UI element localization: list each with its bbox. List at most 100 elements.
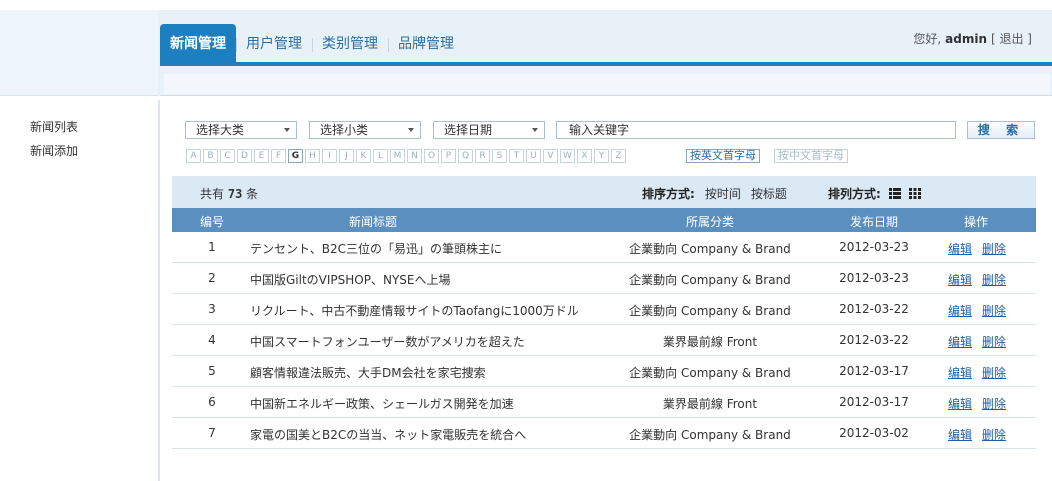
edit-link[interactable]: 编辑 bbox=[948, 333, 972, 350]
delete-link[interactable]: 删除 bbox=[982, 240, 1006, 257]
sort-by-chinese-initial-button[interactable]: 按中文首字母 bbox=[774, 149, 848, 163]
delete-link[interactable]: 删除 bbox=[982, 271, 1006, 288]
table-row: 5 顧客情報違法販売、大手DM会社を家宅捜索 企業動向 Company & Bran… bbox=[172, 356, 1036, 387]
edit-link[interactable]: 编辑 bbox=[948, 302, 972, 319]
edit-link[interactable]: 编辑 bbox=[948, 364, 972, 381]
chevron-down-icon bbox=[284, 128, 290, 132]
sort-by-english-initial-button[interactable]: 按英文首字母 bbox=[686, 149, 760, 163]
letter-filter-w[interactable]: W bbox=[560, 149, 575, 163]
row-title: 中国新エネルギー政策、シェールガス開発を加速 bbox=[250, 397, 514, 411]
letter-filter-z[interactable]: Z bbox=[611, 149, 626, 163]
sort-label: 排序方式: bbox=[642, 187, 695, 201]
logout-link[interactable]: [ 退出 ] bbox=[991, 30, 1032, 47]
letter-filter-o[interactable]: O bbox=[424, 149, 439, 163]
delete-link[interactable]: 删除 bbox=[982, 302, 1006, 319]
tab-brand-management[interactable]: 品牌管理 bbox=[388, 24, 464, 62]
row-date: 2012-03-17 bbox=[839, 395, 909, 409]
search-button[interactable]: 搜 索 bbox=[967, 121, 1035, 139]
letter-filter-c[interactable]: C bbox=[220, 149, 235, 163]
sort-by-time[interactable]: 按时间 bbox=[705, 185, 741, 202]
tab-user-management[interactable]: 用户管理 bbox=[236, 24, 312, 62]
row-number: 3 bbox=[208, 302, 216, 316]
row-title: テンセント、B2C三位の「易迅」の筆頭株主に bbox=[250, 242, 503, 256]
table-header: 编号 新闻标题 所属分类 发布日期 操作 bbox=[172, 208, 1036, 232]
row-title: 家電の国美とB2Cの当当、ネット家電販売を統合へ bbox=[250, 428, 527, 442]
grid-view-icon[interactable] bbox=[908, 188, 921, 199]
row-title: リクルート、中古不動産情報サイトのTaofangに1000万ドル bbox=[250, 304, 579, 318]
greeting-text: 您好, bbox=[913, 32, 942, 46]
main-category-select[interactable]: 选择大类 bbox=[185, 121, 297, 139]
delete-link[interactable]: 删除 bbox=[982, 364, 1006, 381]
letter-filter-i[interactable]: I bbox=[322, 149, 337, 163]
letter-filter-n[interactable]: N bbox=[407, 149, 422, 163]
row-number: 1 bbox=[208, 240, 216, 254]
letter-filter-v[interactable]: V bbox=[543, 149, 558, 163]
edit-link[interactable]: 编辑 bbox=[948, 395, 972, 412]
layout-label: 排列方式: bbox=[828, 187, 881, 201]
edit-link[interactable]: 编辑 bbox=[948, 271, 972, 288]
letter-filter-r[interactable]: R bbox=[475, 149, 490, 163]
row-category: 企業動向 Company & Brand bbox=[629, 366, 791, 380]
row-number: 7 bbox=[208, 426, 216, 440]
sort-by-title[interactable]: 按标题 bbox=[751, 185, 787, 202]
row-actions: 编辑 删除 bbox=[948, 395, 1006, 412]
letter-filter-p[interactable]: P bbox=[441, 149, 456, 163]
edit-link[interactable]: 编辑 bbox=[948, 426, 972, 443]
row-number: 2 bbox=[208, 271, 216, 285]
table-row: 2 中国版GiltのVIPSHOP、NYSEへ上場 企業動向 Company & B… bbox=[172, 263, 1036, 294]
letter-filter-k[interactable]: K bbox=[356, 149, 371, 163]
row-category: 企業動向 Company & Brand bbox=[629, 428, 791, 442]
row-category: 企業動向 Company & Brand bbox=[629, 304, 791, 318]
letter-filter-y[interactable]: Y bbox=[594, 149, 609, 163]
sidebar: 新闻列表 新闻添加 bbox=[0, 100, 160, 481]
sort-options: 排序方式: 按时间 按标题 bbox=[642, 185, 787, 202]
row-actions: 编辑 删除 bbox=[948, 240, 1006, 257]
delete-link[interactable]: 删除 bbox=[982, 426, 1006, 443]
table-row: 7 家電の国美とB2Cの当当、ネット家電販売を統合へ 企業動向 Company & … bbox=[172, 418, 1036, 449]
row-actions: 编辑 删除 bbox=[948, 271, 1006, 288]
tab-news-management[interactable]: 新闻管理 bbox=[160, 24, 236, 62]
date-value: 选择日期 bbox=[444, 123, 493, 137]
letter-filter-g[interactable]: G bbox=[288, 149, 303, 163]
sub-nav-inner bbox=[164, 74, 1050, 94]
letter-filter-j[interactable]: J bbox=[339, 149, 354, 163]
row-number: 6 bbox=[208, 395, 216, 409]
row-date: 2012-03-23 bbox=[839, 271, 909, 285]
sub-category-select[interactable]: 选择小类 bbox=[309, 121, 421, 139]
letter-filter-q[interactable]: Q bbox=[458, 149, 473, 163]
row-date: 2012-03-02 bbox=[839, 426, 909, 440]
row-category: 業界最前線 Front bbox=[662, 335, 758, 349]
row-date: 2012-03-17 bbox=[839, 364, 909, 378]
delete-link[interactable]: 删除 bbox=[982, 395, 1006, 412]
sidebar-item-news-add[interactable]: 新闻添加 bbox=[30, 142, 78, 159]
sidebar-item-news-list[interactable]: 新闻列表 bbox=[30, 118, 78, 135]
date-select[interactable]: 选择日期 bbox=[433, 121, 545, 139]
row-number: 5 bbox=[208, 364, 216, 378]
tab-category-management[interactable]: 类别管理 bbox=[312, 24, 388, 62]
letter-filter-a[interactable]: A bbox=[186, 149, 201, 163]
letter-filter-l[interactable]: L bbox=[373, 149, 388, 163]
row-actions: 编辑 删除 bbox=[948, 426, 1006, 443]
edit-link[interactable]: 编辑 bbox=[948, 240, 972, 257]
row-title: 中国スマートフォンユーザー数がアメリカを超えた bbox=[250, 335, 525, 349]
letter-filter-t[interactable]: T bbox=[509, 149, 524, 163]
row-date: 2012-03-23 bbox=[839, 240, 909, 254]
letter-filter-h[interactable]: H bbox=[305, 149, 320, 163]
user-greeting: 您好, admin [ 退出 ] bbox=[913, 30, 1032, 47]
table-row: 3 リクルート、中古不動産情報サイトのTaofangに1000万ドル 企業動向 Co… bbox=[172, 294, 1036, 325]
keyword-input[interactable]: 输入关键字 bbox=[556, 121, 956, 139]
letter-filter-x[interactable]: X bbox=[577, 149, 592, 163]
letter-filter-e[interactable]: E bbox=[254, 149, 269, 163]
letter-filter-f[interactable]: F bbox=[271, 149, 286, 163]
letter-filter-s[interactable]: S bbox=[492, 149, 507, 163]
row-date: 2012-03-22 bbox=[839, 302, 909, 316]
row-title: 顧客情報違法販売、大手DM会社を家宅捜索 bbox=[250, 366, 486, 380]
list-view-icon[interactable] bbox=[888, 188, 901, 199]
letter-filter-d[interactable]: D bbox=[237, 149, 252, 163]
username: admin bbox=[945, 31, 987, 46]
column-header-number: 编号 bbox=[199, 215, 224, 229]
delete-link[interactable]: 删除 bbox=[982, 333, 1006, 350]
letter-filter-m[interactable]: M bbox=[390, 149, 405, 163]
letter-filter-b[interactable]: B bbox=[203, 149, 218, 163]
letter-filter-u[interactable]: U bbox=[526, 149, 541, 163]
